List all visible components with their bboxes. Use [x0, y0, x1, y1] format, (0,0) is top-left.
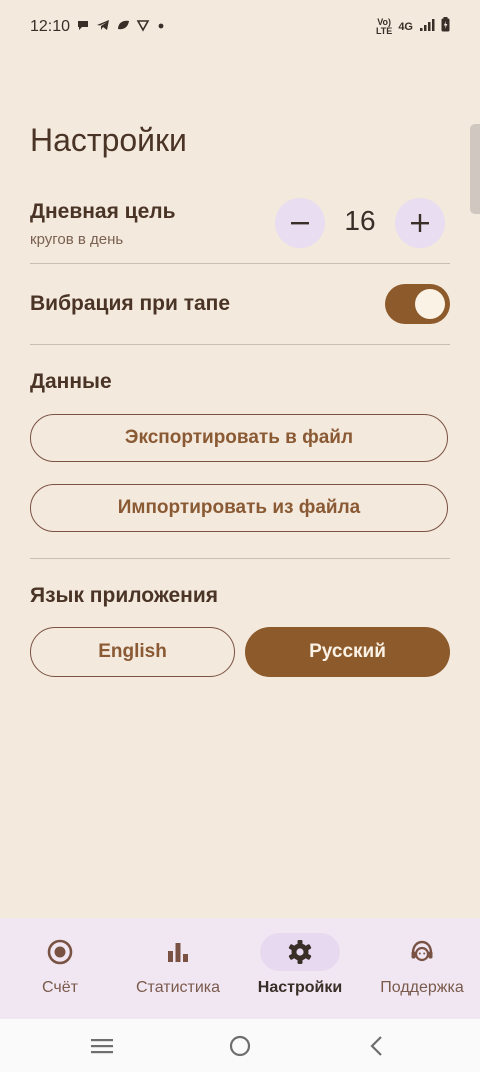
- import-button[interactable]: Импортировать из файла: [30, 484, 448, 532]
- telegram-icon: [96, 18, 110, 37]
- scrollbar[interactable]: [470, 124, 480, 214]
- divider: [30, 558, 450, 559]
- export-button[interactable]: Экспортировать в файл: [30, 414, 448, 462]
- dot-icon: [156, 18, 166, 37]
- bottom-navigation: Счёт Статистика Настройки Поддержка: [0, 918, 480, 1019]
- target-icon: [47, 939, 73, 965]
- status-right: Vo) LTE 4G: [376, 17, 450, 37]
- divider: [30, 263, 450, 264]
- notification-icons: [76, 18, 166, 37]
- circle-icon: [229, 1035, 251, 1057]
- vibration-toggle[interactable]: [385, 284, 450, 324]
- message-icon: [76, 18, 90, 37]
- language-english-button[interactable]: English: [30, 627, 235, 677]
- divider: [30, 344, 450, 345]
- minus-icon: [291, 222, 309, 225]
- chevron-left-icon: [370, 1036, 382, 1056]
- battery-icon: [441, 17, 450, 37]
- daily-goal-value: 16: [344, 205, 376, 236]
- status-bar: 12:10 Vo) LTE 4G: [0, 0, 480, 56]
- volte-indicator: Vo) LTE: [375, 17, 393, 36]
- home-button[interactable]: [225, 1033, 255, 1059]
- menu-icon: [91, 1039, 113, 1054]
- shield-icon: [136, 18, 150, 37]
- daily-goal-sublabel: кругов в день: [30, 231, 124, 248]
- system-navigation-bar: [0, 1019, 480, 1072]
- signal-icon: [419, 18, 435, 37]
- settings-screen: 12:10 Vo) LTE 4G Настройки Дневная цель …: [0, 0, 480, 1072]
- nav-item-statistics[interactable]: Статистика: [118, 918, 238, 1019]
- nav-item-score[interactable]: Счёт: [0, 918, 120, 1019]
- page-title: Настройки: [30, 122, 187, 158]
- toggle-knob: [415, 289, 445, 319]
- plus-icon: [411, 214, 429, 232]
- nav-item-support[interactable]: Поддержка: [362, 918, 480, 1019]
- nav-label-statistics: Статистика: [135, 979, 221, 996]
- daily-goal-label: Дневная цель: [30, 200, 176, 223]
- vibration-label: Вибрация при тапе: [30, 292, 231, 315]
- network-type: 4G: [398, 21, 413, 33]
- recent-apps-button[interactable]: [87, 1033, 117, 1059]
- gear-icon: [288, 940, 312, 964]
- nav-label-support: Поддержка: [380, 979, 464, 996]
- language-section-label: Язык приложения: [30, 584, 218, 607]
- data-section-label: Данные: [30, 370, 112, 393]
- leaf-icon: [116, 18, 130, 37]
- back-button[interactable]: [362, 1033, 392, 1059]
- nav-item-settings[interactable]: Настройки: [240, 918, 360, 1019]
- language-russian-button[interactable]: Русский: [245, 627, 450, 677]
- decrease-goal-button[interactable]: [275, 198, 325, 248]
- support-icon: [411, 940, 433, 962]
- nav-label-score: Счёт: [42, 979, 78, 996]
- increase-goal-button[interactable]: [395, 198, 445, 248]
- bar-chart-icon: [168, 943, 188, 962]
- status-time: 12:10: [30, 18, 71, 35]
- nav-label-settings: Настройки: [257, 979, 343, 996]
